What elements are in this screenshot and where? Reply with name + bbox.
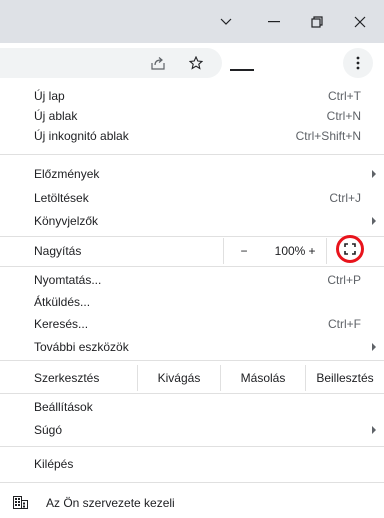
- extension-indicator: [230, 69, 254, 71]
- tab-search-button[interactable]: [202, 0, 250, 43]
- menu-item-new-tab[interactable]: Új lap Ctrl+T: [0, 86, 384, 106]
- menu-item-find[interactable]: Keresés... Ctrl+F: [0, 314, 384, 334]
- minimize-icon: [268, 20, 280, 22]
- menu-item-label: Súgó: [34, 423, 63, 437]
- cut-button[interactable]: Kivágás: [138, 365, 220, 391]
- zoom-divider: [326, 238, 327, 264]
- cut-label: Kivágás: [157, 371, 201, 385]
- paste-button[interactable]: Beillesztés: [306, 365, 384, 391]
- copy-label: Másolás: [240, 371, 286, 385]
- edit-label: Szerkesztés: [34, 371, 100, 385]
- menu-item-shortcut: Ctrl+Shift+N: [295, 129, 361, 143]
- restore-icon: [311, 15, 323, 28]
- paste-label: Beillesztés: [316, 371, 374, 385]
- menu-item-shortcut: Ctrl+F: [328, 317, 361, 331]
- minimize-button[interactable]: [250, 0, 298, 43]
- menu-item-new-window[interactable]: Új ablak Ctrl+N: [0, 106, 384, 126]
- zoom-row: Nagyítás − 100% +: [0, 235, 384, 264]
- menu-separator: [0, 446, 384, 447]
- menu-item-label: Letöltések: [34, 191, 89, 205]
- submenu-arrow-icon: [372, 426, 376, 434]
- submenu-arrow-icon: [372, 170, 376, 178]
- menu-item-help[interactable]: Súgó: [0, 420, 384, 440]
- chevron-down-icon: [220, 18, 232, 25]
- zoom-out-button[interactable]: −: [224, 238, 264, 264]
- menu-item-shortcut: Ctrl+P: [327, 273, 361, 287]
- menu-item-label: Beállítások: [34, 400, 93, 414]
- fullscreen-icon: [344, 243, 356, 255]
- menu-item-exit[interactable]: Kilépés: [0, 454, 384, 474]
- menu-item-label: Előzmények: [34, 167, 100, 181]
- menu-item-print[interactable]: Nyomtatás... Ctrl+P: [0, 270, 384, 290]
- bookmark-button[interactable]: [183, 48, 209, 78]
- address-bar[interactable]: [0, 48, 222, 78]
- submenu-arrow-icon: [372, 343, 376, 351]
- kebab-menu-icon: [356, 56, 360, 70]
- close-button[interactable]: [336, 0, 384, 43]
- menu-item-label: Átküldés...: [34, 295, 91, 309]
- menu-item-label: További eszközök: [34, 340, 129, 354]
- menu-item-label: Keresés...: [34, 317, 89, 331]
- menu-button[interactable]: [343, 48, 373, 78]
- fullscreen-button[interactable]: [336, 235, 364, 263]
- zoom-in-button[interactable]: +: [300, 238, 324, 264]
- menu-item-shortcut: Ctrl+J: [329, 191, 361, 205]
- menu-separator: [0, 154, 384, 155]
- menu-item-history[interactable]: Előzmények: [0, 164, 384, 184]
- restore-button[interactable]: [293, 0, 341, 43]
- managed-label: Az Ön szervezete kezeli: [46, 496, 175, 510]
- menu-item-label: Nyomtatás...: [34, 273, 102, 287]
- menu-item-label: Kilépés: [34, 457, 74, 471]
- submenu-arrow-icon: [372, 217, 376, 225]
- building-icon: [13, 496, 28, 512]
- menu-item-shortcut: Ctrl+T: [328, 89, 361, 103]
- menu-separator: [0, 266, 384, 267]
- toolbar: [0, 43, 384, 84]
- menu-item-label: Új inkognitó ablak: [34, 129, 129, 143]
- menu-item-label: Új ablak: [34, 109, 78, 123]
- share-button[interactable]: [145, 48, 171, 78]
- menu-item-new-incognito-window[interactable]: Új inkognitó ablak Ctrl+Shift+N: [0, 126, 384, 146]
- menu-item-cast[interactable]: Átküldés...: [0, 292, 384, 312]
- menu-item-more-tools[interactable]: További eszközök: [0, 337, 384, 357]
- menu-item-label: Könyvjelzők: [34, 214, 99, 228]
- edit-row: Szerkesztés Kivágás Másolás Beillesztés: [0, 365, 384, 391]
- star-icon: [189, 56, 203, 70]
- menu-separator: [0, 236, 384, 237]
- zoom-out-label: −: [240, 244, 248, 258]
- menu-item-settings[interactable]: Beállítások: [0, 397, 384, 417]
- menu-item-downloads[interactable]: Letöltések Ctrl+J: [0, 188, 384, 208]
- menu-item-label: Új lap: [34, 89, 65, 103]
- menu-separator: [0, 393, 384, 394]
- menu-item-bookmarks[interactable]: Könyvjelzők: [0, 211, 384, 231]
- close-icon: [354, 16, 366, 27]
- menu-separator: [0, 482, 384, 483]
- zoom-in-label: +: [308, 244, 316, 258]
- managed-by-organization[interactable]: Az Ön szervezete kezeli: [0, 487, 384, 518]
- title-bar: [0, 0, 384, 43]
- copy-button[interactable]: Másolás: [221, 365, 305, 391]
- share-icon: [151, 57, 165, 70]
- zoom-label: Nagyítás: [34, 244, 82, 258]
- menu-separator: [0, 360, 384, 361]
- menu-item-shortcut: Ctrl+N: [326, 109, 361, 123]
